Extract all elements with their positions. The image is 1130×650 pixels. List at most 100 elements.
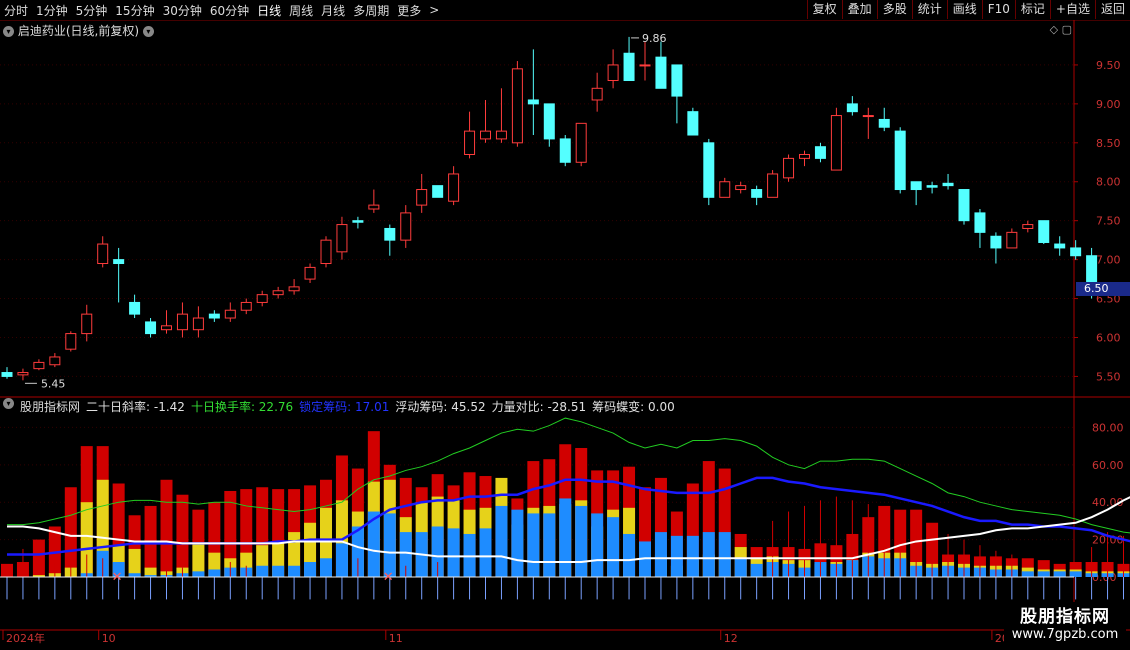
candle-body [113, 259, 125, 265]
menu-icon[interactable]: ▾ [3, 26, 14, 37]
period-tab-8[interactable]: 月线 [321, 2, 345, 19]
toolbar-button-0[interactable]: 复权 [806, 0, 842, 19]
candle-body [942, 182, 954, 187]
top-toolbar: 分时 1分钟 5分钟 15分钟 30分钟 60分钟 日线 周线 月线 多周期 更多 > 复权 叠加 多股统… [0, 0, 1130, 21]
toolbar-buttons: 复权 叠加 多股 统计 画线 F10 标记 +自选 返回 [806, 0, 1130, 20]
candle-body [543, 103, 555, 140]
period-tab-2[interactable]: 5分钟 [76, 2, 108, 19]
candle-body [304, 266, 316, 280]
chip-bar-blue [128, 573, 141, 577]
chip-bar-blue [718, 532, 731, 577]
price-tick-label-1: 9.00 [1096, 98, 1121, 111]
period-tab-0[interactable]: 分时 [4, 2, 28, 19]
chip-bar-blue [272, 565, 285, 577]
candle-body [256, 294, 268, 303]
candle-body [320, 239, 332, 265]
kline-chart[interactable]: 9.50 9.00 8.50 8.00 7.50 7.00 6.50 6.00 5.50 80.0… [0, 20, 1130, 650]
candle-body [591, 87, 603, 101]
indicator-menu-icon[interactable]: ▾ [3, 398, 14, 409]
more-chevron-icon[interactable]: > [429, 3, 439, 17]
date-label-0: 2024年 [6, 631, 45, 645]
period-tab-6[interactable]: 日线 [257, 2, 281, 19]
chip-bar-blue [1069, 571, 1082, 577]
candle-body [703, 142, 715, 198]
candle-body [336, 224, 348, 253]
stock-title: 启迪药业(日线,前复权) [17, 24, 140, 38]
chip-bar-blue [591, 513, 604, 577]
candle-body [1070, 247, 1082, 257]
indicator-tick-label-0: 80.00 [1092, 421, 1124, 434]
candle-body [432, 185, 444, 198]
chip-bar-blue [256, 565, 269, 577]
chip-bar-blue [208, 569, 221, 577]
candle-body [575, 122, 587, 163]
toolbar-button-6[interactable]: 标记 [1014, 0, 1050, 19]
period-tab-3[interactable]: 15分钟 [115, 2, 154, 19]
candle-body [81, 313, 93, 335]
chip-bar-blue [686, 535, 699, 577]
chip-bar-blue [543, 513, 556, 577]
candle-body [799, 153, 810, 159]
toolbar-button-1[interactable]: 叠加 [841, 0, 877, 19]
candle-body [17, 372, 29, 376]
diamond-icon[interactable]: ◇ [1050, 23, 1058, 36]
date-label-3: 12 [724, 632, 738, 645]
candle-body [161, 325, 172, 331]
chip-bar-blue [495, 505, 508, 577]
candle-body [623, 52, 635, 82]
candle-body [1, 372, 13, 377]
price-tick-label-0: 9.50 [1096, 59, 1121, 72]
candle-body [272, 290, 284, 296]
candle-body [830, 115, 842, 171]
candle-body [288, 286, 300, 292]
indicator-name[interactable]: 股朋指标网 [20, 398, 80, 415]
toolbar-button-7[interactable]: +自选 [1049, 0, 1095, 19]
toolbar-button-4[interactable]: 画线 [946, 0, 982, 19]
price-tick-label-3: 8.00 [1096, 176, 1121, 189]
candle-body [990, 235, 1002, 249]
toolbar-button-8[interactable]: 返回 [1094, 0, 1130, 19]
candle-body [49, 356, 61, 366]
candle-body [687, 111, 699, 136]
period-tab-7[interactable]: 周线 [289, 2, 313, 19]
candle-body [352, 220, 364, 223]
chip-bar-blue [575, 505, 588, 577]
candle-body [448, 173, 460, 202]
toolbar-button-5[interactable]: F10 [981, 0, 1015, 19]
period-tab-5[interactable]: 60分钟 [210, 2, 249, 19]
candle-body [368, 204, 380, 210]
toolbar-button-2[interactable]: 多股 [876, 0, 912, 19]
candle-body [559, 138, 571, 163]
candle-body [145, 321, 157, 335]
candle-body [1054, 243, 1066, 249]
chip-bar-blue [192, 571, 205, 577]
chip-bar-red [160, 479, 173, 577]
chip-bar-blue [1053, 571, 1066, 577]
indicator-value-5: 筹码蝶变: 0.00 [592, 400, 675, 414]
price-tick-label-8: 5.50 [1096, 370, 1121, 383]
candle-body [480, 130, 491, 140]
candle-body [719, 181, 731, 198]
candle-body [416, 189, 428, 206]
maximize-icon[interactable]: ▢ [1062, 23, 1072, 36]
chip-bar-blue [479, 528, 492, 577]
settings-dropdown-icon[interactable]: ▾ [142, 26, 154, 37]
chip-bar-blue [288, 565, 301, 577]
chip-bar-red [32, 539, 45, 577]
chip-bar-blue [304, 562, 317, 577]
candle-body [1022, 224, 1034, 229]
period-tab-1[interactable]: 1分钟 [36, 2, 68, 19]
chip-bar-blue [734, 558, 747, 577]
period-tabs: 分时 1分钟 5分钟 15分钟 30分钟 60分钟 日线 周线 月线 多周期 更多 > [4, 0, 447, 20]
candle-body [224, 309, 236, 319]
period-tab-9[interactable]: 多周期 [353, 2, 389, 19]
candle-body [846, 103, 858, 113]
candle-body [783, 157, 795, 179]
candle-body [974, 212, 986, 233]
toolbar-button-3[interactable]: 统计 [911, 0, 947, 19]
period-tab-4[interactable]: 30分钟 [163, 2, 202, 19]
candle-body [464, 130, 476, 155]
period-tab-10[interactable]: 更多 [397, 2, 421, 19]
stock-title-bar: ▾ 启迪药业(日线,前复权) ▾ [3, 22, 154, 39]
chip-bar-red [176, 494, 189, 577]
